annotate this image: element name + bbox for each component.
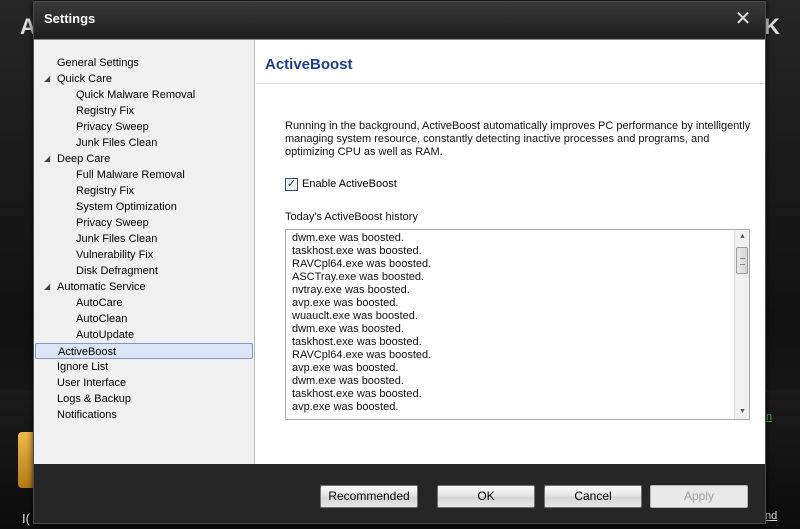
sidebar-item-label: Quick Malware Removal (76, 89, 196, 101)
history-entry: taskhost.exe was boosted. (292, 336, 422, 348)
settings-dialog: Settings ✕ General Settings ◢ Quick Care Qu… (33, 1, 766, 524)
expand-arrow-icon[interactable]: ◢ (44, 151, 50, 167)
dialog-titlebar[interactable]: Settings ✕ (34, 2, 765, 38)
sidebar-item-label: Ignore List (57, 361, 109, 373)
sidebar-item[interactable]: Junk Files Clean (34, 231, 254, 247)
sidebar-item[interactable]: Vulnerability Fix (34, 247, 254, 263)
history-entry: avp.exe was boosted. (292, 362, 399, 374)
expand-arrow-icon[interactable]: ◢ (44, 71, 50, 87)
sidebar-item[interactable]: ◢ Deep Care (34, 151, 254, 167)
history-entry: dwm.exe was boosted. (292, 375, 404, 387)
sidebar-item-label: Full Malware Removal (76, 169, 185, 181)
background-app-title-fragment-right: K (764, 14, 780, 39)
dialog-body: General Settings ◢ Quick Care Quick Malware… (34, 39, 765, 465)
sidebar-item-label: Registry Fix (76, 105, 135, 117)
sidebar-item[interactable]: System Optimization (34, 199, 254, 215)
history-listbox[interactable]: dwm.exe was boosted. taskhost.exe was boo… (285, 229, 750, 420)
sidebar-item[interactable]: Privacy Sweep (34, 215, 254, 231)
sidebar-item[interactable]: Registry Fix (34, 103, 254, 119)
sidebar-item[interactable]: ◢ Automatic Service (34, 279, 254, 295)
sidebar-item-label: AutoCare (76, 297, 123, 309)
history-entry: RAVCpl64.exe was boosted. (292, 258, 432, 270)
scroll-thumb[interactable] (736, 247, 748, 274)
sidebar-item[interactable]: Junk Files Clean (34, 135, 254, 151)
apply-button[interactable]: Apply (650, 485, 748, 508)
dialog-title: Settings (44, 11, 96, 26)
sidebar-item-label: Privacy Sweep (76, 121, 149, 133)
history-entry: wuauclt.exe was boosted. (292, 310, 418, 322)
sidebar-item[interactable]: AutoClean (34, 311, 254, 327)
sidebar-item[interactable]: Disk Defragment (34, 263, 254, 279)
sidebar-item-label: AutoUpdate (76, 329, 135, 341)
sidebar-item[interactable]: User Interface (34, 375, 254, 391)
sidebar-item-label: Junk Files Clean (76, 233, 158, 245)
close-icon[interactable]: ✕ (733, 8, 753, 30)
history-entry: ASCTray.exe was boosted. (292, 271, 425, 283)
background-link-fragment[interactable]: n (766, 411, 772, 423)
recommended-button[interactable]: Recommended (320, 485, 418, 508)
sidebar-item-label: Notifications (57, 409, 117, 421)
sidebar-item[interactable]: Privacy Sweep (34, 119, 254, 135)
sidebar-item-label: AutoClean (76, 313, 128, 325)
sidebar-item-label: User Interface (57, 377, 127, 389)
sidebar-item[interactable]: General Settings (34, 55, 254, 71)
sidebar-item-label: Deep Care (57, 153, 111, 165)
sidebar-item-label: Junk Files Clean (76, 137, 158, 149)
ok-button[interactable]: OK (437, 485, 535, 508)
sidebar-item-label: General Settings (57, 57, 139, 69)
history-entry: dwm.exe was boosted. (292, 232, 404, 244)
sidebar-item-label: Registry Fix (76, 185, 135, 197)
sidebar-item[interactable]: ◢ Quick Care (34, 71, 254, 87)
sidebar-item-label: Vulnerability Fix (76, 249, 154, 261)
background-link-fragment-bottom[interactable]: nd (765, 510, 777, 522)
history-entry: avp.exe was boosted. (292, 401, 399, 413)
enable-activeboost-label[interactable]: Enable ActiveBoost (302, 178, 397, 190)
cancel-button[interactable]: Cancel (544, 485, 642, 508)
sidebar-item[interactable]: AutoCare (34, 295, 254, 311)
sidebar-item-label: Disk Defragment (76, 265, 158, 277)
sidebar-item[interactable]: Quick Malware Removal (34, 87, 254, 103)
sidebar-item[interactable]: Notifications (34, 407, 254, 423)
dialog-footer: Recommended OK Cancel Apply (34, 464, 765, 523)
enable-activeboost-checkbox[interactable]: ✓ (285, 177, 298, 191)
sidebar-item[interactable]: Registry Fix (34, 183, 254, 199)
sidebar-item[interactable]: Ignore List (34, 359, 254, 375)
history-entry: dwm.exe was boosted. (292, 323, 404, 335)
sidebar-item[interactable]: Full Malware Removal (34, 167, 254, 183)
sidebar-item[interactable]: Logs & Backup (34, 391, 254, 407)
history-entry: RAVCpl64.exe was boosted. (292, 349, 432, 361)
sidebar-item-label: System Optimization (76, 201, 177, 213)
history-entry: nvtray.exe was boosted. (292, 284, 410, 296)
sidebar-item-label: Quick Care (57, 73, 113, 85)
sidebar-item-label: Automatic Service (57, 281, 146, 293)
history-entry: avp.exe was boosted. (292, 297, 399, 309)
scroll-down-arrow-icon[interactable]: ▼ (735, 405, 749, 419)
history-list: dwm.exe was boosted. taskhost.exe was boo… (286, 230, 749, 414)
history-label: Today's ActiveBoost history (285, 211, 418, 223)
settings-content: ActiveBoost Running in the background, A… (256, 40, 765, 465)
sidebar-item-label: ActiveBoost (58, 346, 117, 358)
history-entry: taskhost.exe was boosted. (292, 245, 422, 257)
history-scrollbar[interactable]: ▲ ▼ (734, 230, 749, 419)
sidebar-item[interactable]: ActiveBoost (35, 343, 253, 359)
scroll-up-arrow-icon[interactable]: ▲ (735, 230, 749, 244)
activeboost-description: Running in the background, ActiveBoost a… (285, 120, 751, 158)
enable-activeboost-row[interactable]: ✓ Enable ActiveBoost (285, 177, 397, 191)
settings-tree: General Settings ◢ Quick Care Quick Malware… (34, 40, 254, 423)
background-text-fragment: I( (22, 511, 30, 526)
content-header: ActiveBoost (256, 40, 765, 84)
history-entry: taskhost.exe was boosted. (292, 388, 422, 400)
sidebar-item-label: Privacy Sweep (76, 217, 149, 229)
sidebar-item-label: Logs & Backup (57, 393, 131, 405)
settings-sidebar: General Settings ◢ Quick Care Quick Malware… (34, 40, 255, 465)
sidebar-item[interactable]: AutoUpdate (34, 327, 254, 343)
page-title: ActiveBoost (265, 56, 353, 73)
expand-arrow-icon[interactable]: ◢ (44, 279, 50, 295)
